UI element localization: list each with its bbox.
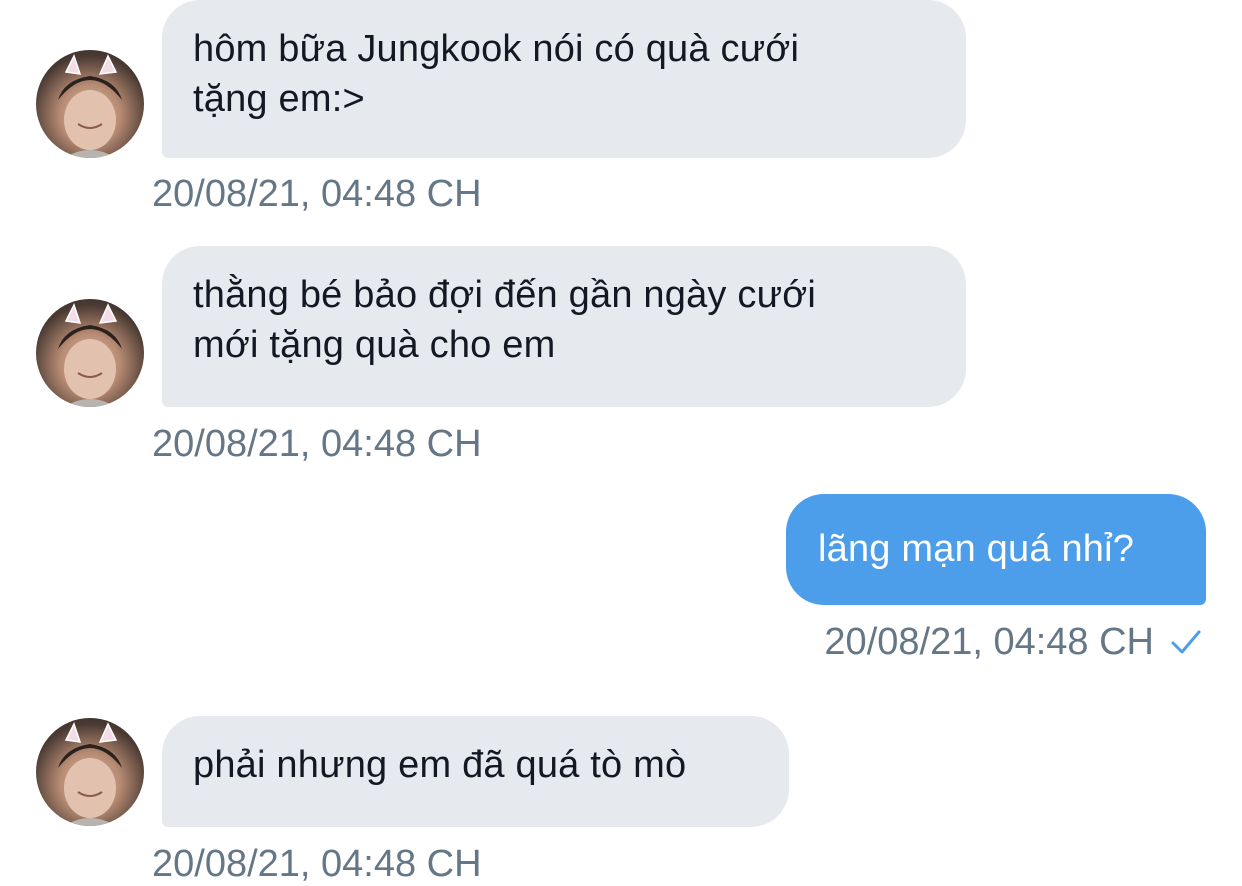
incoming-message-bubble[interactable]: phải nhưng em đã quá tò mò — [162, 716, 789, 827]
avatar-image — [58, 303, 122, 407]
sender-avatar[interactable] — [36, 299, 144, 407]
message-text: phải nhưng em đã quá tò mò — [193, 744, 687, 786]
message-text: hôm bữa Jungkook nói có quà cưới tặng em… — [193, 28, 800, 120]
incoming-message-bubble[interactable]: hôm bữa Jungkook nói có quà cưới tặng em… — [162, 0, 966, 158]
message-text: thằng bé bảo đợi đến gần ngày cưới mới t… — [193, 274, 816, 366]
outgoing-timestamp-row: 20/08/21, 04:48 CH — [824, 620, 1202, 664]
outgoing-message-bubble[interactable]: lãng mạn quá nhỉ? — [786, 494, 1206, 605]
sender-avatar[interactable] — [36, 50, 144, 158]
message-timestamp: 20/08/21, 04:48 CH — [824, 621, 1154, 663]
sender-avatar[interactable] — [36, 718, 144, 826]
incoming-message-bubble[interactable]: thằng bé bảo đợi đến gần ngày cưới mới t… — [162, 246, 966, 407]
message-timestamp: 20/08/21, 04:48 CH — [152, 173, 482, 215]
avatar-image — [58, 722, 122, 826]
message-timestamp: 20/08/21, 04:48 CH — [152, 843, 482, 885]
message-timestamp: 20/08/21, 04:48 CH — [152, 423, 482, 465]
avatar-image — [58, 54, 122, 158]
check-icon — [1170, 628, 1202, 656]
message-text: lãng mạn quá nhỉ? — [818, 528, 1135, 570]
